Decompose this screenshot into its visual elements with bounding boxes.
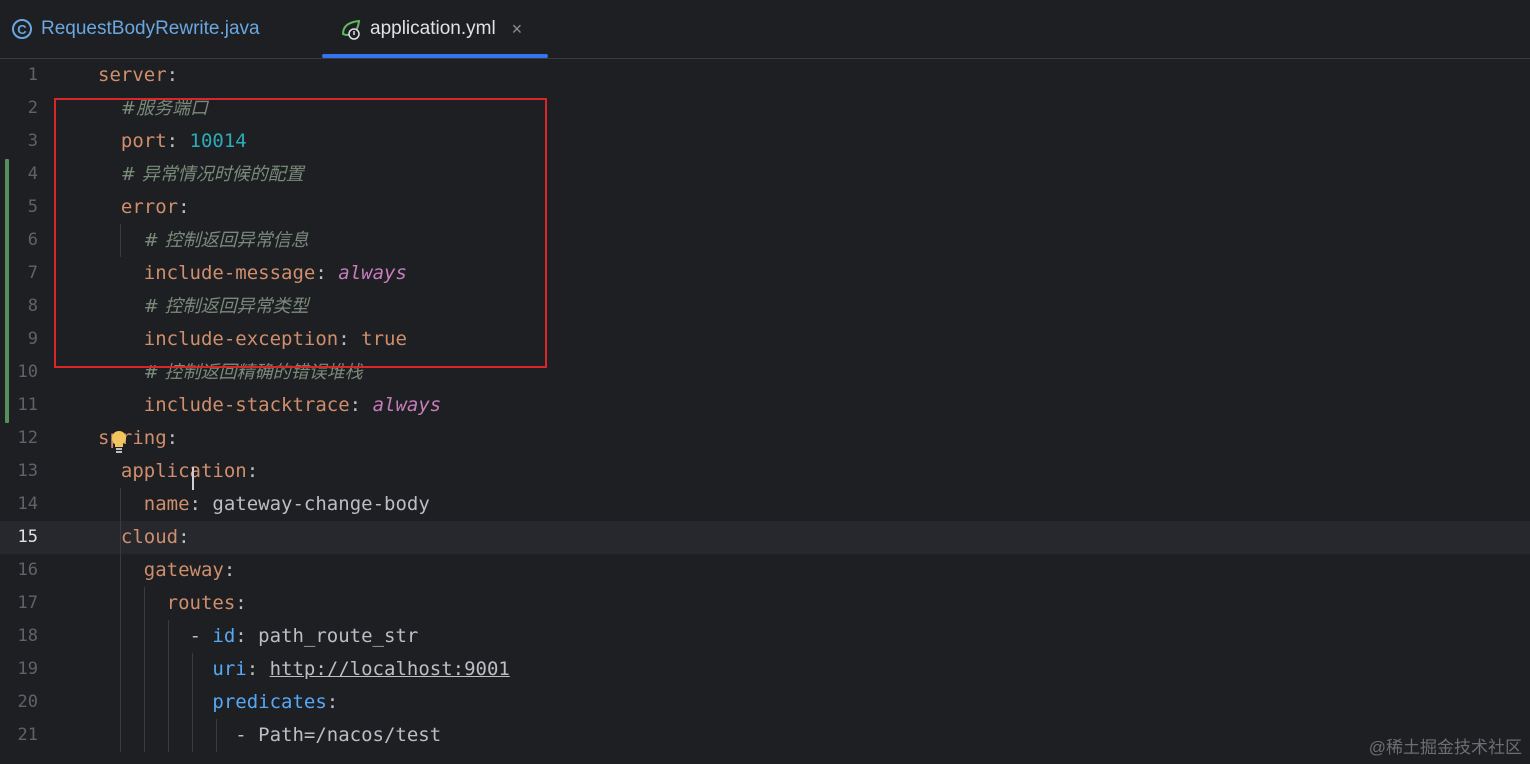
annotation-highlight-box — [54, 98, 547, 368]
close-icon[interactable]: × — [512, 19, 523, 40]
code-token: include-stacktrace — [143, 394, 350, 416]
active-tab-indicator — [322, 54, 549, 58]
code-token: : — [223, 559, 236, 581]
java-class-icon: C — [12, 19, 32, 39]
line-number: 13 — [17, 461, 38, 481]
code-token: : — [246, 460, 259, 482]
line-code: server: — [98, 59, 178, 92]
code-token: http://localhost:9001 — [269, 658, 510, 680]
line-code: predicates: — [98, 686, 338, 719]
code-token: always — [372, 394, 442, 416]
editor-tab-bar: C RequestBodyRewrite.java application.ym… — [0, 0, 1530, 59]
code-line[interactable]: 21 - Path=/nacos/test — [0, 719, 1530, 752]
code-line[interactable]: 19 uri: http://localhost:9001 — [0, 653, 1530, 686]
indent-guide — [192, 653, 193, 752]
code-token: server — [98, 64, 167, 86]
line-code: - id: path_route_str — [98, 620, 419, 653]
code-token: id — [212, 625, 236, 647]
line-number: 3 — [27, 131, 38, 151]
line-number: 11 — [17, 395, 38, 415]
line-number: 2 — [27, 98, 38, 118]
tab-request-body-rewrite[interactable]: C RequestBodyRewrite.java — [12, 0, 260, 58]
line-number: 16 — [17, 560, 38, 580]
line-number: 20 — [17, 692, 38, 712]
code-line[interactable]: 20 predicates: — [0, 686, 1530, 719]
line-number: 12 — [17, 428, 38, 448]
code-token: predicates — [212, 691, 327, 713]
code-line[interactable]: 14 name: gateway-change-body — [0, 488, 1530, 521]
code-line[interactable]: 15 cloud: — [0, 521, 1530, 554]
line-number: 14 — [17, 494, 38, 514]
lightbulb-icon[interactable] — [110, 430, 128, 454]
line-number: 19 — [17, 659, 38, 679]
code-line[interactable]: 1 server: — [0, 59, 1530, 92]
code-line[interactable]: 17 routes: — [0, 587, 1530, 620]
code-token: spring — [98, 427, 167, 449]
code-token: : — [166, 64, 179, 86]
code-token: : — [178, 526, 190, 548]
code-token: gateway — [143, 559, 224, 581]
code-line[interactable]: 11 include-stacktrace: always — [0, 389, 1530, 422]
code-token: : — [326, 691, 339, 713]
code-token: gateway-change-body — [212, 493, 430, 515]
code-token: application — [120, 460, 247, 482]
line-number: 10 — [17, 362, 38, 382]
line-code: include-stacktrace: always — [98, 389, 441, 422]
code-line[interactable]: 16 gateway: — [0, 554, 1530, 587]
code-token: : — [189, 493, 213, 515]
code-line[interactable]: 12 spring: — [0, 422, 1530, 455]
indent-guide — [216, 719, 217, 752]
line-number: 7 — [27, 263, 38, 283]
watermark: @稀土掘金技术社区 — [1368, 738, 1522, 757]
tab-label: application.yml — [370, 18, 496, 39]
line-number: 18 — [17, 626, 38, 646]
line-number: 17 — [17, 593, 38, 613]
line-number: 6 — [27, 230, 38, 250]
code-token: : — [246, 658, 270, 680]
indent-guide — [168, 620, 169, 752]
indent-guide — [120, 488, 121, 752]
line-number: 21 — [17, 725, 38, 745]
code-token: name — [143, 493, 190, 515]
code-token: - — [98, 724, 259, 746]
line-number: 9 — [27, 329, 38, 349]
code-token: path_route_str — [258, 625, 419, 647]
line-number: 1 — [27, 65, 38, 85]
indent-guide — [144, 587, 145, 752]
code-token: Path=/nacos/test — [258, 724, 442, 746]
line-code: gateway: — [98, 554, 236, 587]
code-token: routes — [166, 592, 236, 614]
line-code: application: — [98, 455, 258, 488]
spring-yaml-icon — [341, 19, 361, 40]
tab-application-yml[interactable]: application.yml × — [322, 0, 549, 58]
line-code: - Path=/nacos/test — [98, 719, 441, 752]
line-code: uri: http://localhost:9001 — [98, 653, 510, 686]
code-token: : — [166, 427, 179, 449]
code-token: - — [98, 625, 213, 647]
code-line[interactable]: 13 application: — [0, 455, 1530, 488]
code-line[interactable]: 18 - id: path_route_str — [0, 620, 1530, 653]
line-number: 4 — [27, 164, 38, 184]
line-number: 15 — [17, 527, 38, 547]
code-token: : — [349, 394, 373, 416]
line-code: name: gateway-change-body — [98, 488, 430, 521]
tab-label: RequestBodyRewrite.java — [41, 18, 260, 39]
code-token: cloud — [120, 526, 179, 548]
code-token: uri — [212, 658, 247, 680]
code-token: : — [235, 592, 247, 614]
line-code: cloud: — [98, 521, 190, 554]
code-token: : — [235, 625, 259, 647]
line-number: 5 — [27, 197, 38, 217]
line-number: 8 — [27, 296, 38, 316]
text-caret — [192, 467, 194, 490]
